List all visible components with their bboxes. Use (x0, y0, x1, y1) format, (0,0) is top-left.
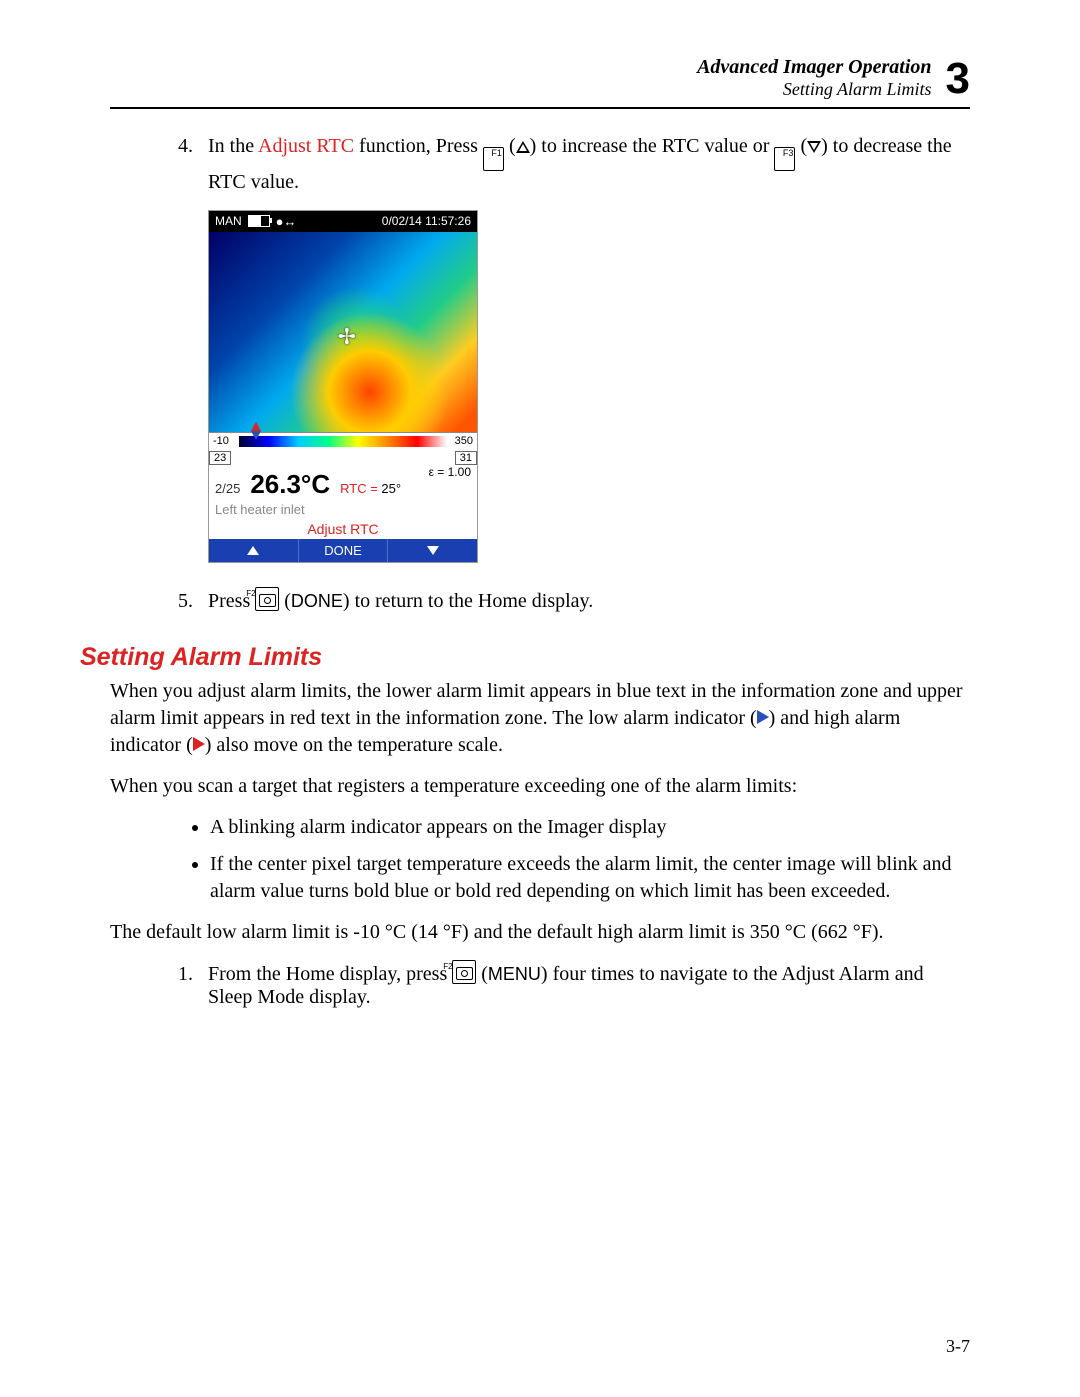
rtc-label: RTC = (340, 481, 378, 496)
figure-imager-screenshot: MAN ●↔ 0/02/14 11:57:26 ✢ -10 350 23 31 (208, 210, 970, 563)
step-number: 5. (178, 590, 208, 613)
softkey-done[interactable]: DONE (298, 539, 389, 562)
triangle-up-icon (516, 141, 530, 153)
menu-label: MENU (488, 964, 541, 984)
section-heading: Setting Alarm Limits (80, 643, 322, 671)
location-label: Left heater inlet (215, 502, 471, 517)
low-alarm-indicator-icon (757, 710, 769, 724)
paragraph-alarm-intro: When you adjust alarm limits, the lower … (110, 678, 970, 759)
f1-key-icon: F1 (483, 147, 504, 171)
softkey-up[interactable] (209, 539, 298, 562)
menu-key-icon: F2 (255, 587, 279, 611)
adjust-rtc-mode: Adjust RTC (215, 521, 471, 537)
imager-softkeys: DONE (209, 539, 477, 562)
arrow-down-icon (427, 546, 439, 555)
imager-datetime: 0/02/14 11:57:26 (382, 214, 471, 229)
imager-info-zone: ε = 1.00 2/25 26.3°C RTC = 25° Left heat… (209, 465, 477, 539)
scale-gradient (239, 436, 447, 447)
alarm-flag-icon (251, 431, 261, 440)
crosshair-icon: ✢ (338, 324, 356, 350)
scale-high: 350 (455, 435, 473, 447)
rtc-value: 25° (381, 481, 401, 496)
f3-key-icon: F3 (774, 147, 795, 171)
paragraph-defaults: The default low alarm limit is -10 °C (1… (110, 919, 970, 946)
center-temperature: 26.3°C (250, 469, 330, 500)
softkey-down[interactable] (388, 539, 477, 562)
step-number: 4. (178, 135, 208, 158)
step-number: 1. (178, 963, 208, 986)
triangle-down-icon (807, 141, 821, 153)
menu-key-icon: F2 (452, 960, 476, 984)
scale-low: -10 (213, 435, 229, 447)
arrow-up-icon (247, 546, 259, 555)
imager-status-bar: MAN ●↔ 0/02/14 11:57:26 (209, 211, 477, 232)
temperature-scale: -10 350 (209, 432, 477, 451)
thermal-image: ✢ (209, 232, 477, 432)
page-header: Advanced Imager Operation Setting Alarm … (110, 55, 970, 109)
image-index: 2/25 (215, 481, 240, 496)
high-alarm-indicator-icon (193, 737, 205, 751)
step-5: 5.Press F2 (DONE) to return to the Home … (208, 587, 970, 613)
header-title: Advanced Imager Operation (697, 55, 931, 79)
bullet-list: A blinking alarm indicator appears on th… (170, 814, 970, 905)
adjust-rtc-label: Adjust RTC (258, 135, 354, 157)
scale-boxes: 23 31 (209, 451, 477, 465)
battery-icon (248, 215, 270, 227)
paragraph-exceed: When you scan a target that registers a … (110, 773, 970, 800)
page-number: 3-7 (946, 1336, 970, 1357)
link-icon: ●↔ (276, 214, 297, 229)
list-item: If the center pixel target temperature e… (210, 851, 970, 905)
box-high: 31 (455, 451, 477, 465)
step-4: 4.In the Adjust RTC function, Press F1 (… (208, 135, 970, 194)
imager-mode: MAN (215, 214, 242, 228)
box-low: 23 (209, 451, 231, 465)
list-item: A blinking alarm indicator appears on th… (210, 814, 970, 841)
chapter-number: 3 (946, 57, 970, 101)
header-subtitle: Setting Alarm Limits (697, 79, 931, 101)
emissivity: ε = 1.00 (429, 465, 471, 479)
step-1: 1.From the Home display, press F2 (MENU)… (208, 960, 970, 1009)
done-label: DONE (291, 591, 343, 611)
